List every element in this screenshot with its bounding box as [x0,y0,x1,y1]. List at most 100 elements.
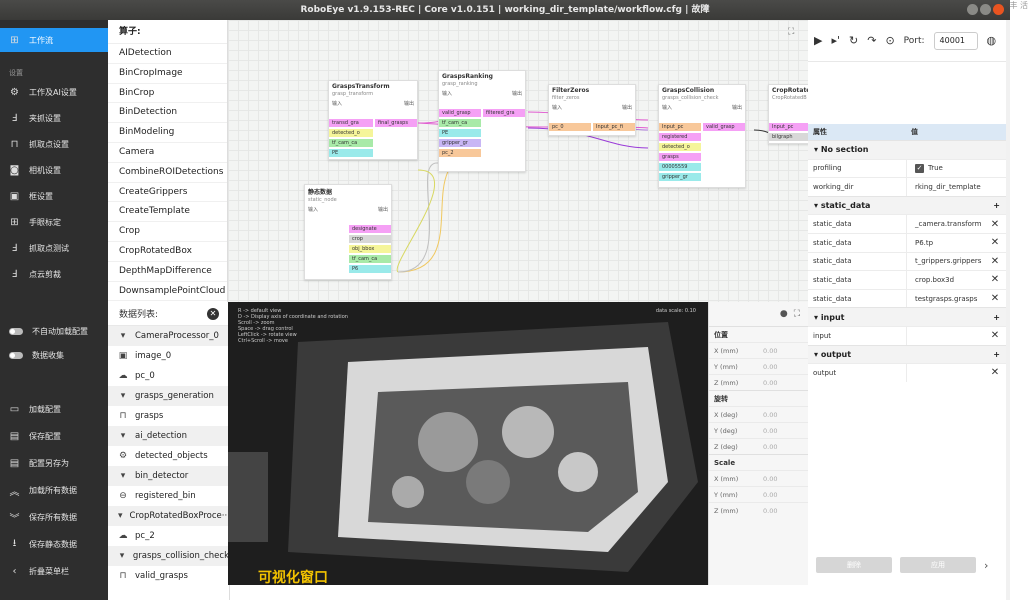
operator-item[interactable]: CreateTemplate [108,202,227,223]
transform-value[interactable]: 0.00 [759,475,808,483]
add-icon[interactable]: + [993,313,1000,322]
node-port[interactable]: final_grasps [375,119,417,127]
operator-item[interactable]: AIDetection [108,44,227,64]
apply-button[interactable]: 应用 [900,557,976,573]
toggle-icon[interactable]: ● [780,309,788,319]
data-group[interactable]: ▾ grasps_generation [108,386,229,406]
node-crop-rotated-box[interactable]: CropRotatedB CropRotatedB Input_pc bilgr… [768,84,808,144]
property-value[interactable]: crop.box3d [907,276,988,284]
operator-item[interactable]: CombineROIDetections [108,163,227,183]
node-port[interactable]: Input_pc [769,123,808,131]
data-item[interactable]: ▣ image_0 [108,346,229,366]
data-group[interactable]: ▾ grasps_collision_check [108,546,229,566]
data-item[interactable]: ☁ pc_2 [108,526,229,546]
node-port[interactable]: transd_gra [329,119,373,127]
transform-value[interactable]: 0.00 [759,379,808,387]
node-port[interactable]: Input_pc_fi [593,123,635,131]
property-value[interactable]: P6.tp [907,239,988,247]
node-port[interactable]: detected_o [329,129,373,137]
chevron-right-icon[interactable]: › [984,559,988,572]
node-filter-zeros[interactable]: FilterZeros filter_zeros 输入 输出 pc_0 Input… [548,84,636,136]
operator-item[interactable]: DepthMapDifference [108,262,227,282]
delete-button[interactable]: 删除 [816,557,892,573]
sidebar-item-box[interactable]: ▣ 框设置 [0,185,108,207]
section-no-section[interactable]: ▾ No section [808,140,1008,159]
transform-value[interactable]: 0.00 [759,411,808,419]
close-button[interactable] [993,4,1004,15]
remove-icon[interactable]: ✕ [988,293,1002,304]
step-icon[interactable]: ▸' [831,34,840,47]
loop-icon[interactable]: ↻ [849,34,858,47]
node-port[interactable]: registered [659,133,701,141]
node-port[interactable]: valid_grasp [703,123,745,131]
data-item[interactable]: ☁ pc_0 [108,366,229,386]
node-port[interactable]: detected_o [659,143,701,151]
node-port[interactable]: filtered_gra [483,109,525,117]
clear-icon[interactable]: ✕ [207,307,219,320]
sidebar-item-workflow[interactable]: ⊞ 工作流 [0,28,108,52]
section-output[interactable]: ▾ output + [808,344,1008,364]
node-port[interactable]: Input_pc [659,123,701,131]
redo-icon[interactable]: ↷ [867,34,876,47]
node-static-data[interactable]: 静态数据 static_node 输入 输出 designate crop obj… [304,184,392,280]
transform-value[interactable]: 0.00 [759,491,808,499]
data-item[interactable]: ⊓ grasps [108,406,229,426]
operator-item[interactable]: DownsamplePointCloud [108,282,227,302]
operator-item[interactable]: BinCrop [108,84,227,104]
node-port[interactable]: bilgraph [769,133,808,141]
add-icon[interactable]: + [993,350,1000,359]
property-value[interactable]: _camera.transform [907,220,988,228]
node-port[interactable]: grasps [659,153,701,161]
node-port[interactable]: designate [349,225,391,233]
node-port[interactable]: PE [439,129,481,137]
remove-icon[interactable]: ✕ [988,219,1002,230]
data-group[interactable]: ▾ CameraProcessor_0 [108,326,229,346]
node-port[interactable]: P6 [349,265,391,273]
node-grasps-transform[interactable]: GraspsTransform grasp_transform 输入 输出 tra… [328,80,418,160]
node-port[interactable]: gripper_gr [659,173,701,181]
canvas-fullscreen-icon[interactable]: ⛶ [788,27,794,37]
section-static-data[interactable]: ▾ static_data + [808,195,1008,215]
node-port[interactable]: crop [349,235,391,243]
load-all-data-button[interactable]: ︽ 加载所有数据 [0,479,108,501]
node-port[interactable]: tf_cam_ca [329,139,373,147]
transform-value[interactable]: 0.00 [759,443,808,451]
sidebar-item-test[interactable]: Ⅎ 抓取点测试 [0,237,108,259]
node-port[interactable]: 00005559 [659,163,701,171]
node-port[interactable]: obj_bbox [349,245,391,253]
section-input[interactable]: ▾ input + [808,307,1008,326]
save-static-data-button[interactable]: ⭳ 保存静态数据 [0,533,108,555]
save-config-as-button[interactable]: ▤ 配置另存为 [0,452,108,474]
port-input[interactable]: 40001 [933,31,978,50]
operator-item[interactable]: BinCropImage [108,64,227,84]
node-port[interactable]: tf_cam_ca [439,119,481,127]
toggle-switch[interactable] [9,327,23,335]
operator-item[interactable]: BinModeling [108,123,227,143]
workflow-canvas[interactable]: GraspsTransform grasp_transform 输入 输出 tra… [228,20,808,302]
toggle-switch[interactable] [9,351,23,359]
node-port[interactable]: valid_grasp [439,109,481,117]
save-config-button[interactable]: ▤ 保存配置 [0,425,108,447]
operator-item[interactable]: BinDetection [108,103,227,124]
stop-icon[interactable]: ⊙ [885,34,894,47]
property-value[interactable]: rking_dir_template [907,183,1008,191]
play-icon[interactable]: ▶ [814,34,822,47]
node-port[interactable]: pc_0 [549,123,591,131]
visualization-viewport[interactable]: R -> default view D -> Display axis of c… [228,302,708,585]
node-grasps-ranking[interactable]: GraspsRanking grasp_ranking 输入 输出 valid_g… [438,70,526,172]
property-value[interactable]: testgrasps.grasps [907,295,988,303]
data-item[interactable]: ⚙ detected_objects [108,446,229,466]
remove-icon[interactable]: ✕ [988,237,1002,248]
sidebar-item-camera[interactable]: ◙ 相机设置 [0,159,108,181]
sidebar-item-crop[interactable]: Ⅎ 点云剪裁 [0,263,108,285]
window-scrollbar[interactable] [1006,20,1010,600]
transform-value[interactable]: 0.00 [759,427,808,435]
remove-icon[interactable]: ✕ [988,256,1002,267]
remove-icon[interactable]: ✕ [988,330,1002,341]
operator-item[interactable]: CreateGrippers [108,183,227,203]
node-port[interactable]: pc_2 [439,149,481,157]
sidebar-item-calibration[interactable]: ⊞ 手眼标定 [0,211,108,233]
sidebar-item-grasp[interactable]: ⊓ 抓取点设置 [0,133,108,155]
transform-value[interactable]: 0.00 [759,347,808,355]
remove-icon[interactable]: ✕ [988,274,1002,285]
